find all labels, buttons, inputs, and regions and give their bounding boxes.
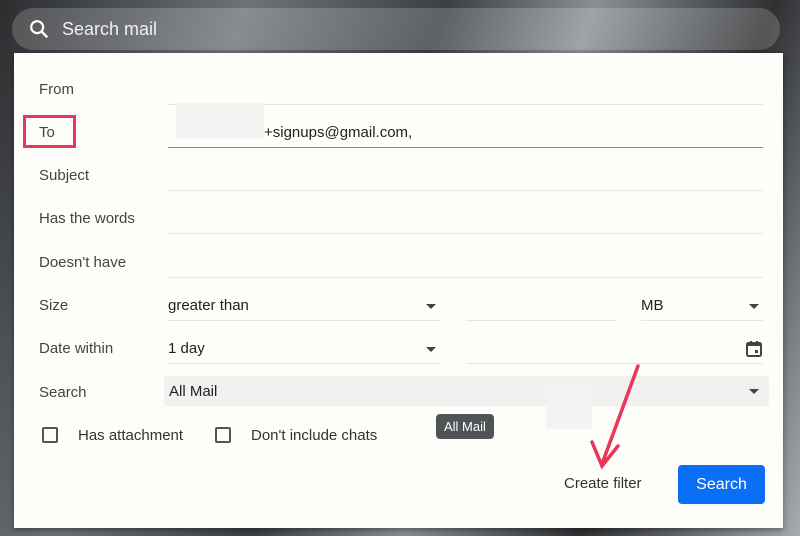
doesnt-have-label: Doesn't have [39, 254, 127, 271]
subject-label: Subject [39, 167, 90, 184]
doesnt-have-row: Doesn't have [14, 248, 783, 278]
has-words-label: Has the words [39, 210, 135, 227]
size-value-input[interactable] [466, 291, 616, 321]
advanced-search-panel: From To +signups@gmail.com, Subject Has … [14, 53, 783, 528]
date-within-label: Date within [39, 340, 114, 357]
subject-row: Subject [14, 161, 783, 191]
date-within-value: 1 day [168, 340, 205, 357]
has-attachment-checkbox[interactable] [42, 427, 58, 443]
date-within-row: Date within 1 day [14, 334, 783, 364]
search-scope-row: Search All Mail [14, 376, 783, 406]
search-scope-label: Search [39, 384, 87, 401]
tooltip: All Mail [436, 414, 494, 439]
date-within-select[interactable]: 1 day [168, 334, 440, 364]
size-label: Size [39, 297, 69, 314]
from-row: From [14, 75, 783, 105]
dropdown-arrow-icon [426, 304, 436, 309]
dropdown-arrow-icon [749, 389, 759, 394]
search-mail-bar[interactable]: Search mail [12, 8, 780, 50]
to-value: +signups@gmail.com, [264, 124, 413, 141]
to-label: To [39, 124, 55, 141]
create-filter-button[interactable]: Create filter [564, 475, 642, 492]
search-icon [30, 20, 49, 39]
size-comparator-select[interactable]: greater than [168, 291, 440, 321]
search-button[interactable]: Search [678, 465, 765, 504]
subject-input[interactable] [168, 161, 763, 191]
size-comparator-value: greater than [168, 297, 249, 314]
calendar-icon[interactable] [745, 340, 763, 358]
annotation-arrow-icon [590, 364, 640, 470]
no-chats-label: Don't include chats [251, 427, 378, 444]
size-row: Size greater than MB [14, 291, 783, 321]
from-input[interactable] [168, 75, 763, 105]
redacted-area [546, 383, 592, 429]
to-row: To +signups@gmail.com, [14, 118, 783, 148]
search-scope-select[interactable]: All Mail [164, 376, 769, 406]
size-unit-value: MB [641, 297, 664, 314]
has-words-input[interactable] [168, 204, 763, 234]
has-words-row: Has the words [14, 204, 783, 234]
search-placeholder: Search mail [62, 18, 158, 39]
from-label: From [39, 81, 74, 98]
to-input[interactable]: +signups@gmail.com, [168, 118, 763, 148]
has-attachment-label: Has attachment [78, 427, 184, 444]
dropdown-arrow-icon [426, 347, 436, 352]
dropdown-arrow-icon [749, 304, 759, 309]
doesnt-have-input[interactable] [168, 248, 763, 278]
no-chats-checkbox[interactable] [215, 427, 231, 443]
size-unit-select[interactable]: MB [641, 291, 763, 321]
search-scope-value: All Mail [169, 383, 218, 400]
